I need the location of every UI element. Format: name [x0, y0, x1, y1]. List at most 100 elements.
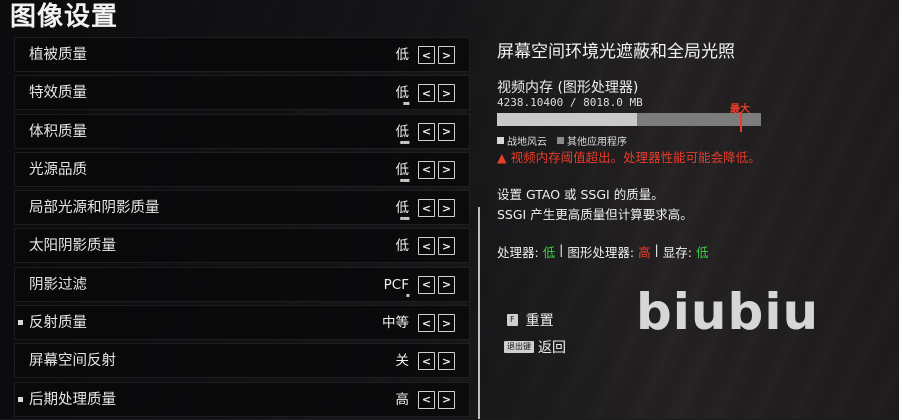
next-value-button[interactable]: > [438, 122, 455, 141]
next-value-button[interactable]: > [438, 352, 455, 371]
previous-value-button[interactable]: < [418, 122, 435, 141]
setting-row[interactable]: 局部光源和阴影质量低 ▪▪▪ < > [14, 190, 470, 226]
next-value-button[interactable]: > [438, 390, 455, 409]
value-indicator-dots: ▪ [405, 291, 410, 299]
detail-title: 屏幕空间环境光遮蔽和全局光照 [497, 42, 735, 62]
previous-value-button[interactable]: < [418, 84, 435, 103]
setting-label: 特效质量 [29, 85, 87, 102]
reset-label: 重置 [525, 313, 554, 329]
setting-label: 屏幕空间反射 [29, 353, 116, 370]
back-label: 返回 [538, 340, 566, 356]
previous-value-button[interactable]: < [418, 314, 435, 333]
settings-list: 植被质量低 < > 特效质量低 ▪▪ < > 体积质量低 ▪▪▪ < > 光源品质低… [14, 37, 470, 420]
scrollbar[interactable] [478, 207, 480, 419]
vram-label: 视频内存 (图形处理器) [497, 80, 639, 96]
vram-impact-value: 低 [695, 245, 709, 260]
description-line-2: SSGI 产生更高质量但计算要求高。 [497, 207, 693, 222]
setting-label: 体积质量 [29, 123, 87, 140]
setting-value: 低 [395, 238, 410, 255]
value-indicator-dots: ▪▪▪ [399, 138, 410, 146]
escape-key-icon: 退出键 [504, 341, 534, 353]
vram-warning: ▲ 视频内存阈值超出。处理器性能可能会降低。 [497, 149, 767, 166]
next-value-button[interactable]: > [438, 314, 455, 333]
next-value-button[interactable]: > [438, 84, 455, 103]
separator: | [555, 242, 568, 257]
vram-impact-label: 显存: [662, 245, 696, 260]
setting-label: 太阳阴影质量 [29, 238, 116, 255]
page-title: 图像设置 [10, 2, 119, 32]
setting-row[interactable]: 后期处理质量 高 < > [14, 381, 470, 417]
setting-row[interactable]: 光源品质低 ▪▪▪ < > [14, 151, 470, 187]
legend-item-other-apps: 其他应用程序 [557, 133, 627, 148]
setting-label: 局部光源和阴影质量 [29, 200, 160, 217]
value-stepper: < > [418, 84, 458, 103]
vram-numbers: 4238.10400 / 8018.0 MB [497, 96, 643, 109]
setting-label: 阴影过滤 [29, 276, 87, 293]
setting-value: 关 [395, 353, 410, 370]
f-key-icon: F [507, 314, 518, 326]
value-indicator-dots: ▪▪▪ [399, 215, 410, 223]
gpu-label: 图形处理器: [567, 245, 639, 260]
legend-item-battlefield: 战地风云 [497, 133, 547, 148]
value-stepper: < > [418, 275, 458, 294]
gpu-impact-value: 高 [638, 245, 651, 260]
separator: | [650, 242, 663, 257]
value-stepper: < > [418, 199, 458, 218]
next-value-button[interactable]: > [438, 275, 455, 294]
previous-value-button[interactable]: < [418, 46, 435, 64]
value-stepper: < > [418, 390, 458, 409]
modified-marker-icon [18, 320, 23, 326]
previous-value-button[interactable]: < [418, 275, 435, 294]
previous-value-button[interactable]: < [418, 390, 435, 409]
value-stepper: < > [418, 352, 458, 371]
vram-legend: 战地风云 其他应用程序 [497, 133, 627, 148]
value-stepper: < > [418, 314, 458, 333]
setting-value: 高 [395, 391, 410, 408]
legend-label: 其他应用程序 [567, 137, 627, 148]
description-line-1: 设置 GTAO 或 SSGI 的质量。 [497, 187, 664, 202]
setting-label: 反射质量 [29, 315, 87, 332]
setting-row[interactable]: 植被质量 低 < > [14, 37, 470, 72]
setting-label: 光源品质 [29, 161, 87, 178]
setting-row[interactable]: 特效质量低 ▪▪ < > [14, 75, 470, 111]
vram-bar [497, 113, 761, 126]
setting-label: 后期处理质量 [29, 391, 116, 408]
next-value-button[interactable]: > [438, 237, 455, 256]
previous-value-button[interactable]: < [418, 352, 435, 371]
vram-max-marker [739, 112, 742, 132]
setting-value: 低 [395, 47, 410, 63]
cpu-impact-value: 低 [542, 245, 556, 260]
setting-row[interactable]: 体积质量低 ▪▪▪ < > [14, 113, 470, 149]
vram-bar-fill [497, 113, 637, 126]
next-value-button[interactable]: > [438, 160, 455, 179]
previous-value-button[interactable]: < [418, 199, 435, 218]
next-value-button[interactable]: > [438, 46, 455, 64]
warning-text: 视频内存阈值超出。处理器性能可能会降低。 [510, 150, 761, 165]
detail-panel: 屏幕空间环境光遮蔽和全局光照 视频内存 (图形处理器) 4238.10400 /… [486, 30, 896, 419]
value-indicator-dots: ▪▪▪ [399, 176, 410, 184]
cpu-label: 处理器: [497, 245, 543, 260]
value-stepper: < > [418, 160, 458, 179]
setting-row[interactable]: 反射质量 中等 < > [14, 305, 470, 341]
setting-row[interactable]: 太阳阴影质量 低 < > [14, 228, 470, 264]
value-stepper: < > [418, 122, 458, 141]
previous-value-button[interactable]: < [418, 237, 435, 256]
reset-button[interactable]: F 重置 [507, 310, 554, 330]
setting-value: 中等 [382, 315, 409, 332]
previous-value-button[interactable]: < [418, 160, 435, 179]
value-indicator-dots: ▪▪ [402, 100, 410, 108]
setting-row[interactable]: 屏幕空间反射 关 < > [14, 343, 470, 379]
setting-label: 植被质量 [29, 47, 87, 63]
value-stepper: < > [418, 46, 458, 64]
modified-marker-icon [18, 396, 23, 402]
legend-label: 战地风云 [507, 137, 547, 148]
next-value-button[interactable]: > [438, 199, 455, 218]
legend-swatch [557, 137, 564, 144]
performance-impact: 处理器: 低 | 图形处理器: 高 | 显存: 低 [497, 242, 708, 261]
value-stepper: < > [418, 237, 458, 256]
warning-icon: ▲ [497, 150, 507, 165]
legend-swatch [497, 137, 504, 144]
watermark-logo: biubiu [636, 283, 820, 341]
back-button[interactable]: 退出键 返回 [504, 337, 566, 357]
setting-row[interactable]: 阴影过滤 PCF ▪ < > [14, 266, 470, 302]
